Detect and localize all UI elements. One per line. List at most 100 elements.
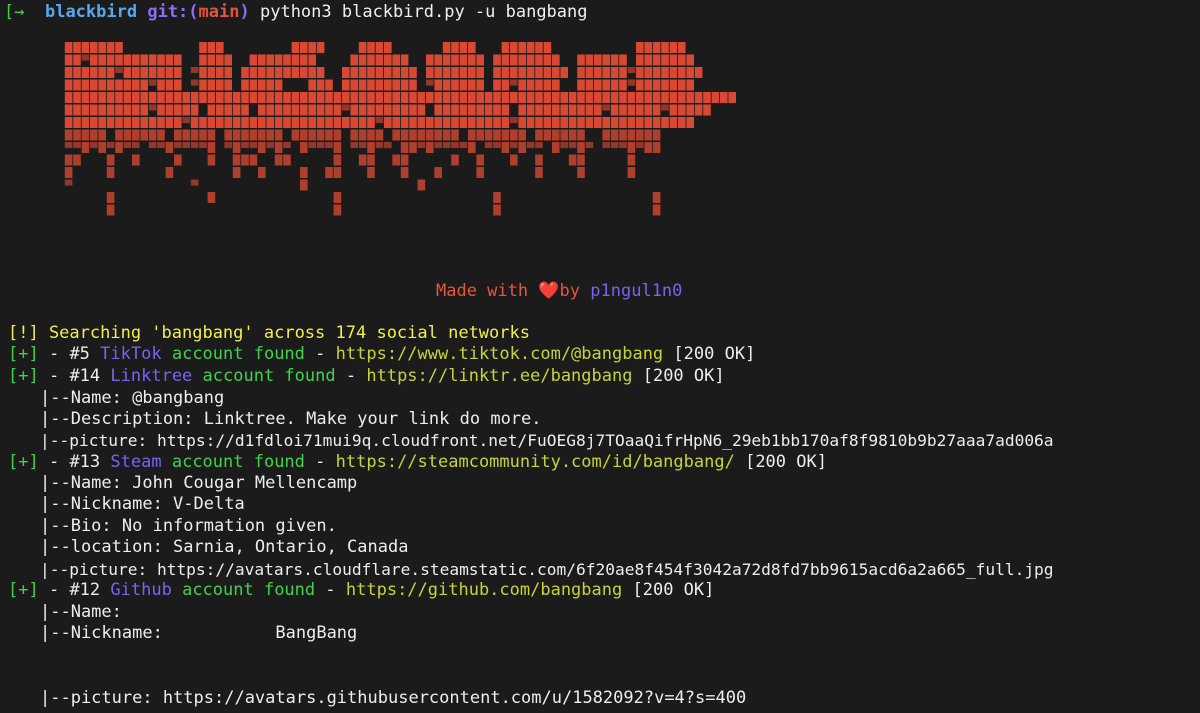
banner-block xyxy=(384,117,392,128)
banner-block xyxy=(106,54,115,66)
banner-block xyxy=(358,129,367,141)
banner-block xyxy=(73,42,81,53)
banner-block xyxy=(291,92,300,103)
banner-block xyxy=(594,79,602,91)
banner-block xyxy=(115,129,123,141)
banner-block xyxy=(232,167,241,178)
banner-block xyxy=(367,92,375,103)
banner-block xyxy=(501,104,510,116)
banner-block xyxy=(417,117,426,128)
banner-block xyxy=(98,42,106,53)
banner-block xyxy=(703,92,711,103)
banner-block xyxy=(535,42,543,53)
banner-block xyxy=(333,154,342,166)
banner-block xyxy=(543,79,552,91)
banner-block xyxy=(375,104,384,116)
banner-block xyxy=(115,42,123,53)
separator: - xyxy=(345,366,357,386)
banner-block xyxy=(434,104,442,116)
banner-block xyxy=(518,79,526,91)
banner-block xyxy=(468,92,476,103)
banner-block xyxy=(190,129,199,141)
banner-block xyxy=(510,129,518,141)
banner-block xyxy=(476,67,484,78)
banner-block xyxy=(207,129,216,141)
banner-block xyxy=(434,142,442,149)
banner-block xyxy=(367,117,375,128)
banner-block xyxy=(174,154,182,166)
banner-block xyxy=(459,142,468,149)
banner-block xyxy=(132,79,140,91)
banner-block xyxy=(585,104,594,116)
banner-block xyxy=(249,129,258,141)
banner-block xyxy=(342,92,350,103)
banner-block xyxy=(409,67,417,78)
banner-block xyxy=(199,42,207,53)
git-label-close: ) xyxy=(239,2,250,22)
banner-block xyxy=(535,129,543,141)
banner-block xyxy=(686,92,694,103)
separator: - xyxy=(315,344,326,364)
banner-block xyxy=(594,117,602,128)
banner-block xyxy=(644,67,652,78)
banner-block xyxy=(417,104,426,116)
banner-block xyxy=(132,142,140,149)
banner-block xyxy=(241,129,249,141)
banner-block xyxy=(98,92,106,103)
banner-block xyxy=(619,129,627,141)
banner-block xyxy=(358,142,367,149)
banner-block xyxy=(148,117,157,128)
banner-block xyxy=(106,79,115,91)
banner-block xyxy=(316,104,325,116)
banner-block xyxy=(468,117,476,128)
banner-block xyxy=(661,104,669,111)
banner-block xyxy=(493,192,501,203)
banner-block xyxy=(174,67,182,78)
banner-block xyxy=(333,142,342,153)
banner-block xyxy=(518,142,526,153)
banner-block xyxy=(157,67,165,78)
profile-url[interactable]: https://linktr.ee/bangbang xyxy=(366,366,632,386)
banner-block xyxy=(350,129,358,141)
banner-block xyxy=(652,129,661,141)
banner-block xyxy=(367,67,375,78)
result-prefix: [+] xyxy=(8,366,39,386)
banner-block xyxy=(216,54,224,66)
banner-block xyxy=(568,92,577,103)
banner-block xyxy=(241,142,249,149)
banner-block xyxy=(686,67,694,78)
banner-block xyxy=(442,79,451,91)
banner-block xyxy=(81,104,90,116)
profile-url[interactable]: https://steamcommunity.com/id/bangbang/ xyxy=(336,452,735,472)
banner-block xyxy=(300,42,308,53)
banner-block xyxy=(333,167,342,178)
banner-block xyxy=(291,117,300,128)
banner-block xyxy=(535,154,543,166)
banner-block xyxy=(216,117,224,128)
banner-block xyxy=(409,117,417,128)
terminal-window[interactable]: [→ blackbird git:(main) python3 blackbir… xyxy=(0,0,1200,713)
banner-block xyxy=(207,154,216,166)
banner-block xyxy=(358,117,367,128)
banner-block xyxy=(476,129,484,141)
banner-block xyxy=(64,67,73,78)
banner-block xyxy=(694,67,703,78)
banner-block xyxy=(115,142,123,153)
result-line-github: [+] - #12 Github account found - https:/… xyxy=(8,580,714,601)
result-index: - #13 xyxy=(48,452,101,472)
profile-url[interactable]: https://github.com/bangbang xyxy=(346,580,622,600)
banner-block xyxy=(300,179,308,191)
banner-block xyxy=(644,129,652,141)
detail-line: |--Name: John Cougar Mellencamp xyxy=(40,473,358,493)
banner-block xyxy=(115,117,123,128)
detail-line: |--Name: @bangbang xyxy=(40,388,225,408)
banner-block xyxy=(207,142,216,153)
banner-block xyxy=(249,79,258,91)
profile-url[interactable]: https://www.tiktok.com/@bangbang xyxy=(336,344,664,364)
banner-block xyxy=(417,179,426,191)
banner-block xyxy=(258,129,266,141)
banner-block xyxy=(585,67,594,78)
detail-line: |--location: Sarnia, Ontario, Canada xyxy=(40,537,409,557)
banner-block xyxy=(249,117,258,128)
banner-block xyxy=(123,117,132,128)
